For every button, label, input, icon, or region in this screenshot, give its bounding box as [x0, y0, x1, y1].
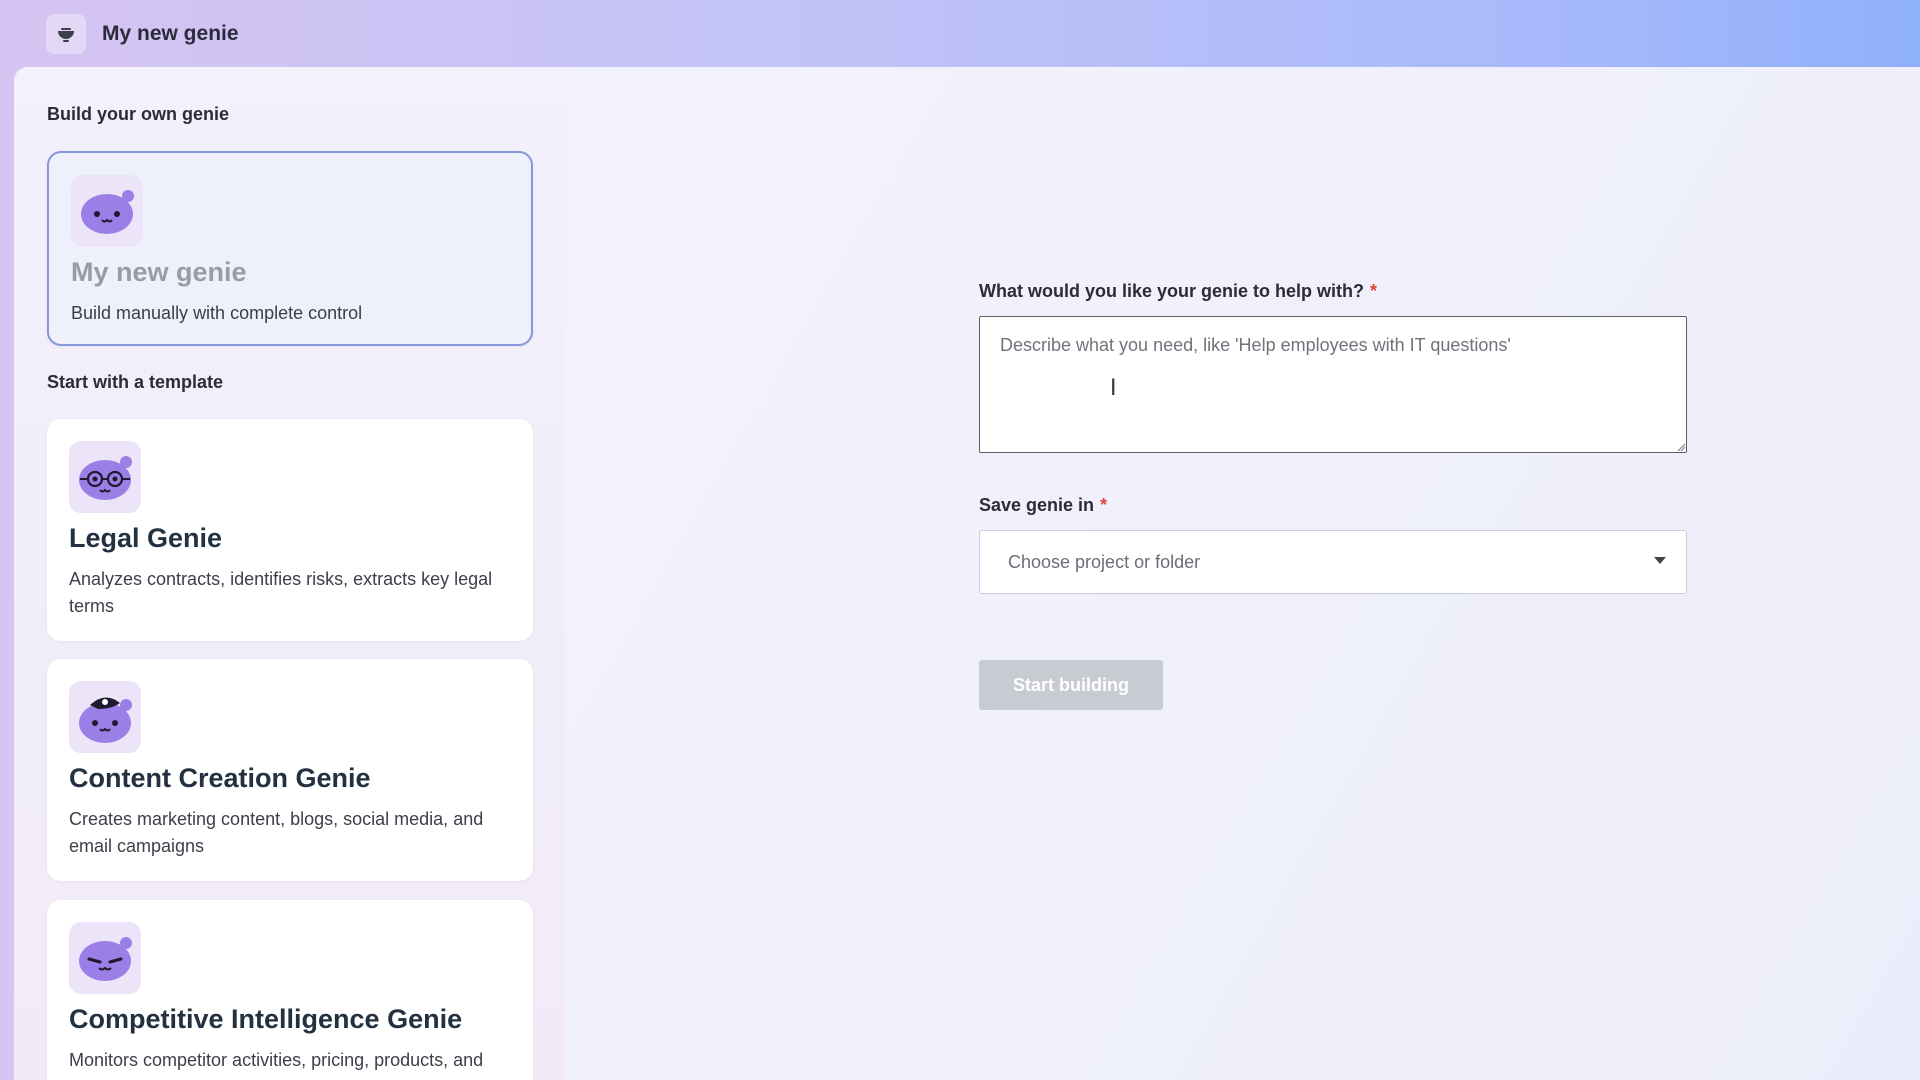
- purpose-textarea[interactable]: [979, 316, 1687, 453]
- start-building-button[interactable]: Start building: [979, 660, 1163, 710]
- page-title: My new genie: [102, 21, 239, 45]
- save-label-text: Save genie in: [979, 495, 1095, 515]
- chevron-down-icon: [1654, 557, 1666, 564]
- top-bar: My new genie: [0, 0, 1920, 67]
- genie-form: What would you like your genie to help w…: [14, 67, 1920, 1080]
- purpose-label-text: What would you like your genie to help w…: [979, 281, 1365, 301]
- select-placeholder: Choose project or folder: [1008, 551, 1201, 572]
- purpose-label: What would you like your genie to help w…: [979, 281, 1377, 302]
- project-folder-select[interactable]: Choose project or folder: [979, 530, 1687, 594]
- resize-grip-icon[interactable]: [1676, 442, 1686, 452]
- text-cursor-icon: I: [1110, 376, 1117, 401]
- required-mark: *: [1100, 495, 1108, 515]
- genie-lamp-icon[interactable]: [46, 13, 86, 54]
- main-panel: Build your own genie My new genie Build …: [14, 67, 1920, 1080]
- save-label: Save genie in *: [979, 495, 1107, 516]
- required-mark: *: [1370, 281, 1378, 301]
